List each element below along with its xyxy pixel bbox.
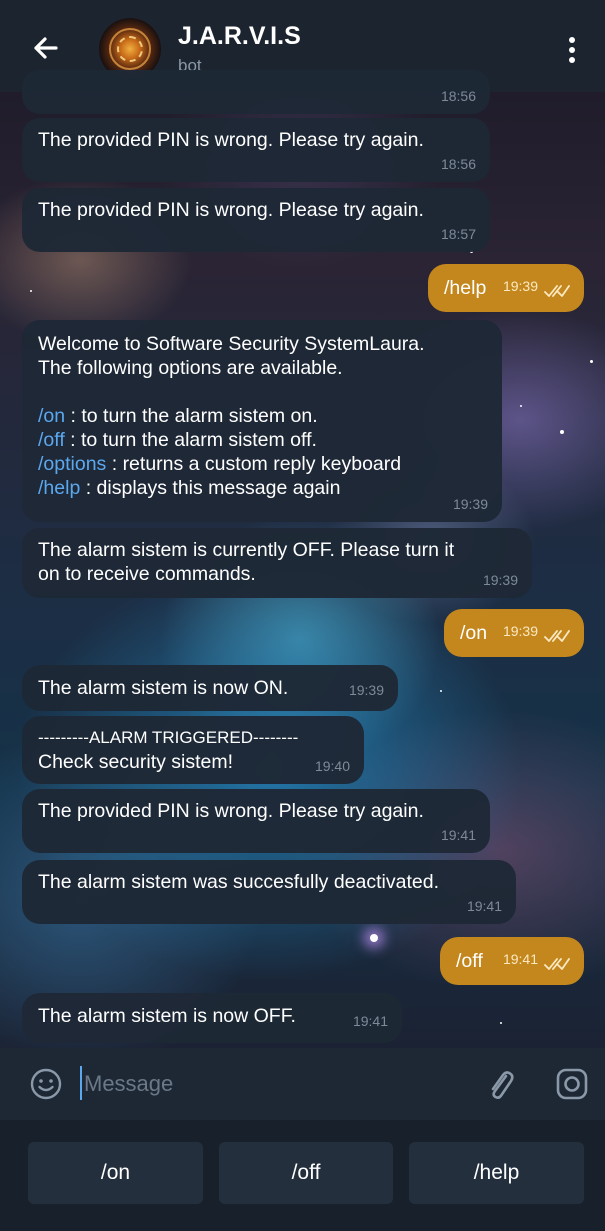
keyboard-button-off[interactable]: /off xyxy=(219,1142,393,1204)
message-text: Welcome to Software Security SystemLaura… xyxy=(38,333,425,355)
message-incoming[interactable]: 18:56 xyxy=(22,70,490,114)
message-incoming[interactable]: The alarm sistem is now ON. 19:39 xyxy=(22,665,398,711)
message-time: 19:39 xyxy=(452,496,488,512)
chat-title[interactable]: J.A.R.V.I.S xyxy=(178,22,301,51)
message-time: 19:39 xyxy=(502,623,538,639)
message-time: 19:39 xyxy=(502,278,538,294)
back-button[interactable] xyxy=(28,30,64,66)
more-vertical-icon xyxy=(569,37,575,43)
camera-icon xyxy=(556,1068,588,1100)
keyboard-button-help[interactable]: /help xyxy=(409,1142,584,1204)
arrow-left-icon xyxy=(34,37,58,59)
message-time: 18:56 xyxy=(440,156,476,172)
message-time: 18:56 xyxy=(440,88,476,104)
message-text: The alarm sistem is currently OFF. Pleas… xyxy=(38,539,455,561)
message-outgoing[interactable]: /on 19:39 xyxy=(444,609,584,657)
message-outgoing[interactable]: /off 19:41 xyxy=(440,937,584,985)
message-incoming[interactable]: The alarm sistem is currently OFF. Pleas… xyxy=(22,528,532,598)
more-menu-button[interactable] xyxy=(560,32,584,68)
message-time: 19:41 xyxy=(502,951,538,967)
message-incoming[interactable]: The provided PIN is wrong. Please try ag… xyxy=(22,789,490,853)
command-link-off[interactable]: /off xyxy=(38,429,65,451)
message-text: on to receive commands. xyxy=(38,563,256,585)
message-incoming[interactable]: The provided PIN is wrong. Please try ag… xyxy=(22,118,490,182)
message-time: 19:41 xyxy=(440,827,476,843)
command-link-on[interactable]: /on xyxy=(38,405,65,427)
message-time: 19:40 xyxy=(314,758,350,774)
message-incoming[interactable]: The provided PIN is wrong. Please try ag… xyxy=(22,188,490,252)
message-input[interactable] xyxy=(84,1066,464,1102)
message-text: Check security sistem! xyxy=(38,751,234,773)
message-text: The alarm sistem was succesfully deactiv… xyxy=(38,871,439,893)
message-time: 19:41 xyxy=(466,898,502,914)
chat-screen: J.A.R.V.I.S bot 18:56 The provided PIN i… xyxy=(0,0,605,1231)
emoji-icon xyxy=(30,1068,62,1100)
double-check-icon xyxy=(544,958,570,970)
keyboard-button-on[interactable]: /on xyxy=(28,1142,203,1204)
message-text: The provided PIN is wrong. Please try ag… xyxy=(38,199,424,221)
message-incoming[interactable]: The alarm sistem was succesfully deactiv… xyxy=(22,860,516,924)
message-time: 18:57 xyxy=(440,226,476,242)
message-time: 19:41 xyxy=(352,1013,388,1029)
message-composer xyxy=(0,1048,605,1120)
message-text: The alarm sistem is now ON. xyxy=(38,677,289,699)
double-check-icon xyxy=(544,630,570,642)
message-text: The alarm sistem is now OFF. xyxy=(38,1005,296,1027)
message-time: 19:39 xyxy=(482,572,518,588)
double-check-icon xyxy=(544,285,570,297)
text-cursor xyxy=(80,1066,82,1100)
message-text: ---------ALARM TRIGGERED-------- xyxy=(38,728,299,747)
reply-keyboard: /on /off /help xyxy=(0,1120,605,1231)
paperclip-icon xyxy=(491,1071,514,1099)
message-outgoing[interactable]: /help 19:39 xyxy=(428,264,584,312)
message-incoming[interactable]: ---------ALARM TRIGGERED-------- Check s… xyxy=(22,716,364,784)
message-time: 19:39 xyxy=(348,682,384,698)
camera-button[interactable] xyxy=(552,1064,592,1104)
attach-button[interactable] xyxy=(480,1064,520,1104)
command-link-help[interactable]: /help xyxy=(38,477,80,499)
message-text: The provided PIN is wrong. Please try ag… xyxy=(38,800,424,822)
emoji-button[interactable] xyxy=(28,1066,64,1102)
message-text: The following options are available. xyxy=(38,357,343,379)
message-incoming[interactable]: Welcome to Software Security SystemLaura… xyxy=(22,320,502,522)
command-link-options[interactable]: /options xyxy=(38,453,106,475)
message-text: The provided PIN is wrong. Please try ag… xyxy=(38,129,424,151)
message-incoming[interactable]: The alarm sistem is now OFF. 19:41 xyxy=(22,993,402,1043)
